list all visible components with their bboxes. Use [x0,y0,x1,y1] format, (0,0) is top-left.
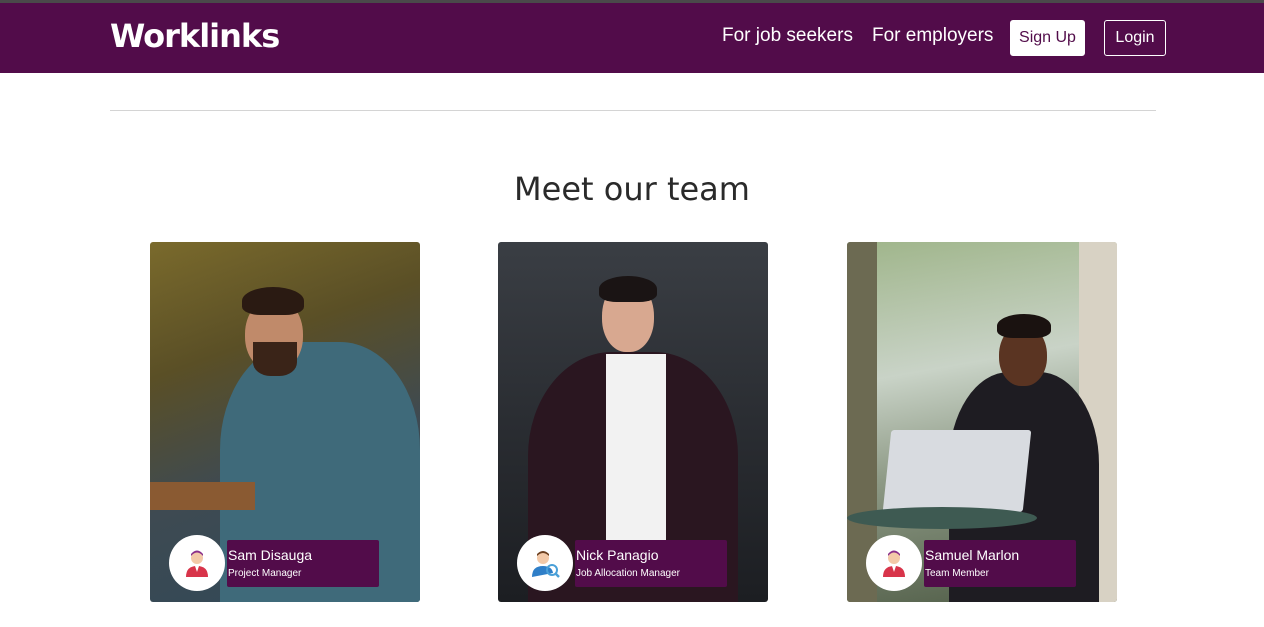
team-member-name: Samuel Marlon [925,547,1020,563]
team-member-badge: Samuel Marlon Team Member [924,540,1076,587]
nav-link-job-seekers[interactable]: For job seekers [722,25,853,47]
team-member-name: Nick Panagio [576,547,659,563]
team-member-badge: Nick Panagio Job Allocation Manager [575,540,727,587]
team-member-name: Sam Disauga [228,547,313,563]
user-search-icon [517,535,573,591]
team-member-badge: Sam Disauga Project Manager [227,540,379,587]
top-navbar: Worklinks For job seekers For employers … [0,3,1264,73]
team-card-sam-disauga: Sam Disauga Project Manager [150,242,420,602]
login-button[interactable]: Login [1104,20,1166,56]
team-section-title: Meet our team [514,170,750,208]
worklinks-logo[interactable]: Worklinks [110,17,280,55]
nav-link-employers[interactable]: For employers [872,25,993,47]
businessman-icon [866,535,922,591]
sign-up-button[interactable]: Sign Up [1010,20,1085,56]
team-member-role: Job Allocation Manager [576,568,680,579]
team-member-role: Team Member [925,568,989,579]
team-card-nick-panagio: Nick Panagio Job Allocation Manager [498,242,768,602]
businessman-icon [169,535,225,591]
section-divider [110,110,1156,111]
team-member-role: Project Manager [228,568,302,579]
team-card-samuel-marlon: Samuel Marlon Team Member [847,242,1117,602]
